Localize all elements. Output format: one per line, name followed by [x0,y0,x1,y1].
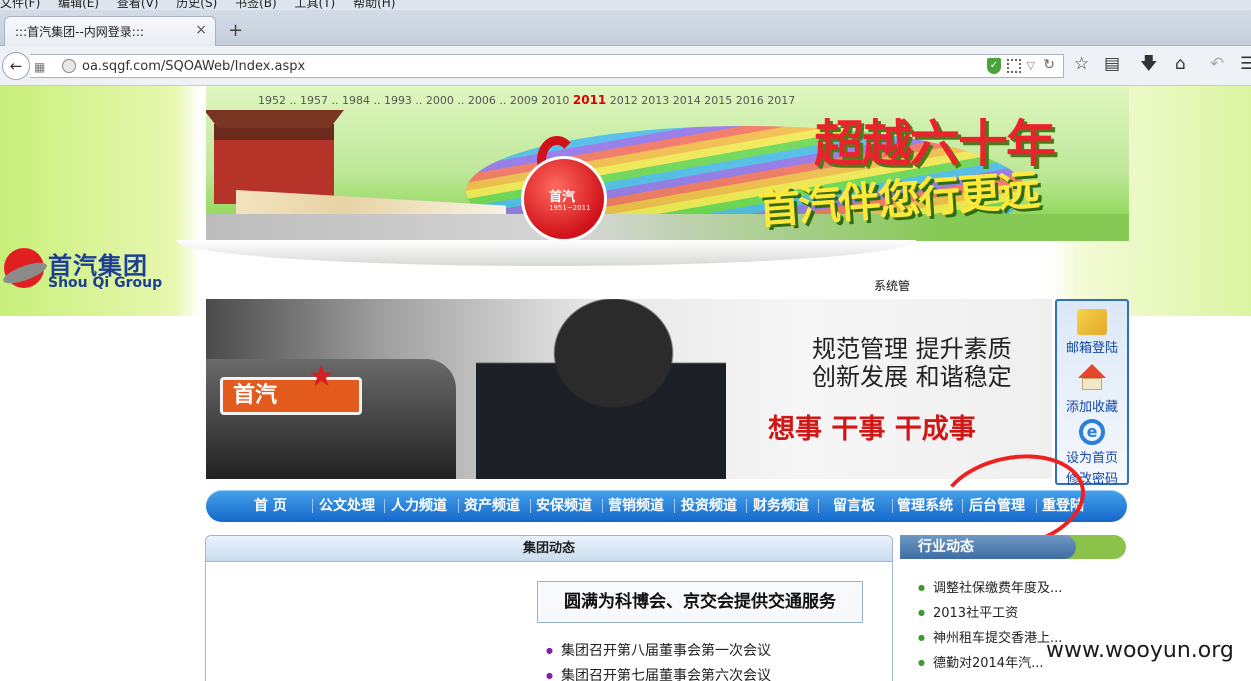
nav-hr[interactable]: 人力频道 [391,490,447,522]
emblem-name: 首汽 [549,190,576,205]
nav-security[interactable]: 安保频道 [536,490,592,522]
page-viewport: 1952 .. 1957 .. 1984 .. 1993 .. 2000 .. … [0,86,1251,681]
house-icon[interactable] [1077,364,1107,394]
nav-divider [892,499,893,513]
menu-icon[interactable]: ☰ [1240,56,1251,73]
url-text[interactable]: oa.sqgf.com/SQOAWeb/Index.aspx [82,59,305,74]
list-item[interactable]: 调整社保缴费年度及... [918,577,1062,602]
reading-list-icon[interactable]: ▤ [1104,56,1120,73]
industry-news-title[interactable]: 行业动态 [900,535,1076,559]
sixty-year-emblem: 首汽 1951~2011 [511,136,623,241]
nav-divider [312,499,313,513]
nav-divider [602,499,603,513]
dropdown-icon[interactable]: ▽ [1027,59,1035,72]
tab-title: :::首汽集团--内网登录::: [15,25,144,39]
browser-tab[interactable]: :::首汽集团--内网登录::: × [4,16,216,46]
nav-divider [746,499,747,513]
nav-documents[interactable]: 公文处理 [319,490,375,522]
news-headline[interactable]: 圆满为科博会、京交会提供交通服务 [537,581,863,623]
emblem-years: 1951~2011 [549,204,591,212]
house-roof [1078,364,1106,378]
quick-links-panel: 邮箱登陆 添加收藏 e 设为首页 修改密码 [1055,299,1129,487]
grid-icon[interactable]: ▦ [34,60,45,74]
shield-icon[interactable]: ✓ [987,58,1001,74]
set-homepage-link[interactable]: 设为首页 [1057,447,1127,466]
address-bar[interactable]: ▦ oa.sqgf.com/SQOAWeb/Index.aspx ✓ ▽ ↻ [30,54,1064,78]
star-icon[interactable]: ☆ [1074,56,1089,73]
new-tab-button[interactable]: + [228,20,243,41]
close-icon[interactable]: × [195,22,207,38]
system-label: 系统管 [874,279,911,293]
menu-file[interactable]: 文件(F) [0,0,40,9]
menu-history[interactable]: 历史(S) [176,0,217,9]
list-item[interactable]: 神州租车提交香港上... [918,627,1062,652]
house-body [1082,378,1102,390]
nav-divider [674,499,675,513]
home-icon[interactable]: ⌂ [1175,56,1186,73]
browser-menubar: 文件(F) 编辑(E) 查看(V) 历史(S) 书签(B) 工具(T) 帮助(H… [0,0,1251,10]
menu-view[interactable]: 查看(V) [117,0,159,9]
nav-divider [818,499,819,513]
industry-news-list: 调整社保缴费年度及... 2013社平工资 神州租车提交香港上... 德勤对20… [918,577,1062,677]
undo-icon[interactable]: ↶ [1210,56,1224,73]
hero-slogan-3: 想事 干事 干成事 [768,414,976,445]
nav-message-board[interactable]: 留言板 [833,490,875,522]
star-icon: ★ [308,359,335,394]
list-item[interactable]: 德勤对2014年汽... [918,652,1062,677]
menu-edit[interactable]: 编辑(E) [58,0,99,9]
logo-mark-icon [4,248,44,288]
mail-icon[interactable] [1077,309,1107,335]
taxi-sign: 首汽 [220,377,362,415]
back-icon[interactable]: ← [2,52,30,80]
add-favorite-link[interactable]: 添加收藏 [1057,396,1127,415]
company-logo: 首汽集团 Shou Qi Group [4,246,164,296]
nav-assets[interactable]: 资产频道 [464,490,520,522]
group-news-title: 集团动态 [206,536,892,562]
reload-icon[interactable]: ↻ [1043,57,1055,73]
logo-text-en: Shou Qi Group [48,275,163,291]
hero-banner: 首汽 ★ 规范管理 提升素质 创新发展 和谐稳定 想事 干事 干成事 [206,299,1052,479]
qr-icon[interactable] [1007,59,1021,73]
list-item[interactable]: 集团召开第八届董事会第一次会议 [546,640,771,665]
nav-divider [384,499,385,513]
menu-help[interactable]: 帮助(H) [353,0,395,9]
globe-icon [62,59,76,73]
nav-home[interactable]: 首 页 [254,490,287,522]
tiananmen-graphic [214,124,334,204]
mail-login-link[interactable]: 邮箱登陆 [1057,337,1127,356]
navigation-toolbar: ← ▦ oa.sqgf.com/SQOAWeb/Index.aspx ✓ ▽ ↻… [0,46,1251,86]
watermark: www.wooyun.org [1046,638,1234,663]
nav-divider [458,499,459,513]
list-item[interactable]: 2013社平工资 [918,602,1062,627]
menu-tools[interactable]: 工具(T) [295,0,336,9]
hero-slogan-2: 创新发展 和谐稳定 [812,363,1012,391]
nav-investment[interactable]: 投资频道 [681,490,737,522]
year-highlight: 2011 [572,93,607,107]
menu-bookmarks[interactable]: 书签(B) [235,0,277,9]
years-timeline: 1952 .. 1957 .. 1984 .. 1993 .. 2000 .. … [258,93,795,107]
ie-icon[interactable]: e [1079,419,1105,445]
group-news-list: 集团召开第八届董事会第一次会议 集团召开第七届董事会第六次会议 [546,640,771,681]
group-news-panel: 集团动态 圆满为科博会、京交会提供交通服务 集团召开第八届董事会第一次会议 集团… [205,535,893,681]
nav-finance[interactable]: 财务频道 [753,490,809,522]
anniversary-banner: 1952 .. 1957 .. 1984 .. 1993 .. 2000 .. … [206,86,1129,241]
years-suffix: 2012 2013 2014 2015 2016 2017 [609,94,796,107]
years-prefix: 1952 .. 1957 .. 1984 .. 1993 .. 2000 .. … [258,94,570,107]
nav-marketing[interactable]: 营销频道 [608,490,664,522]
download-icon[interactable]: 🡇 [1140,56,1157,73]
tab-strip: :::首汽集团--内网登录::: × + [0,10,1251,46]
driver-photo [476,299,726,479]
list-item[interactable]: 集团召开第七届董事会第六次会议 [546,665,771,681]
nav-divider [530,499,531,513]
